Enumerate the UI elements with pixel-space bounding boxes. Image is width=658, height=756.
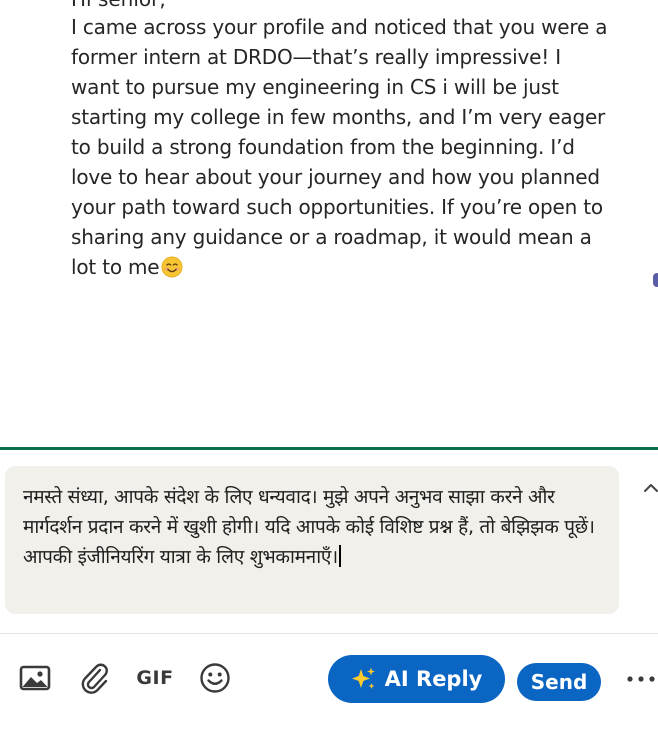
emoji-icon xyxy=(200,663,230,693)
paperclip-icon xyxy=(81,663,108,694)
smiling-face-icon xyxy=(161,256,183,278)
scroll-indicator xyxy=(653,273,658,287)
expand-composer-icon[interactable] xyxy=(643,480,658,494)
gif-icon: GIF xyxy=(136,667,174,689)
ai-reply-label: AI Reply xyxy=(384,667,483,691)
send-button[interactable]: Send xyxy=(517,663,601,701)
more-horizontal-icon[interactable] xyxy=(626,672,658,686)
message-bubble: I came across your profile and noticed t… xyxy=(71,12,611,282)
composer-focus-border xyxy=(0,447,658,450)
text-cursor xyxy=(338,545,341,567)
message-text: I came across your profile and noticed t… xyxy=(71,15,608,279)
toolbar-divider xyxy=(0,633,658,634)
message-input-text: नमस्ते संध्या, आपके संदेश के लिए धन्यवाद… xyxy=(23,486,595,568)
attach-image-button[interactable] xyxy=(18,661,52,695)
send-label: Send xyxy=(530,670,588,694)
attach-file-button[interactable] xyxy=(78,661,112,695)
image-icon xyxy=(19,665,51,691)
message-thread: Hi senior, I came across your profile an… xyxy=(0,0,658,448)
sparkle-icon xyxy=(351,667,375,689)
message-input[interactable]: नमस्ते संध्या, आपके संदेश के लिए धन्यवाद… xyxy=(5,466,619,614)
gif-button[interactable]: GIF xyxy=(136,661,174,695)
emoji-button[interactable] xyxy=(198,661,232,695)
ai-reply-button[interactable]: AI Reply xyxy=(328,655,505,703)
